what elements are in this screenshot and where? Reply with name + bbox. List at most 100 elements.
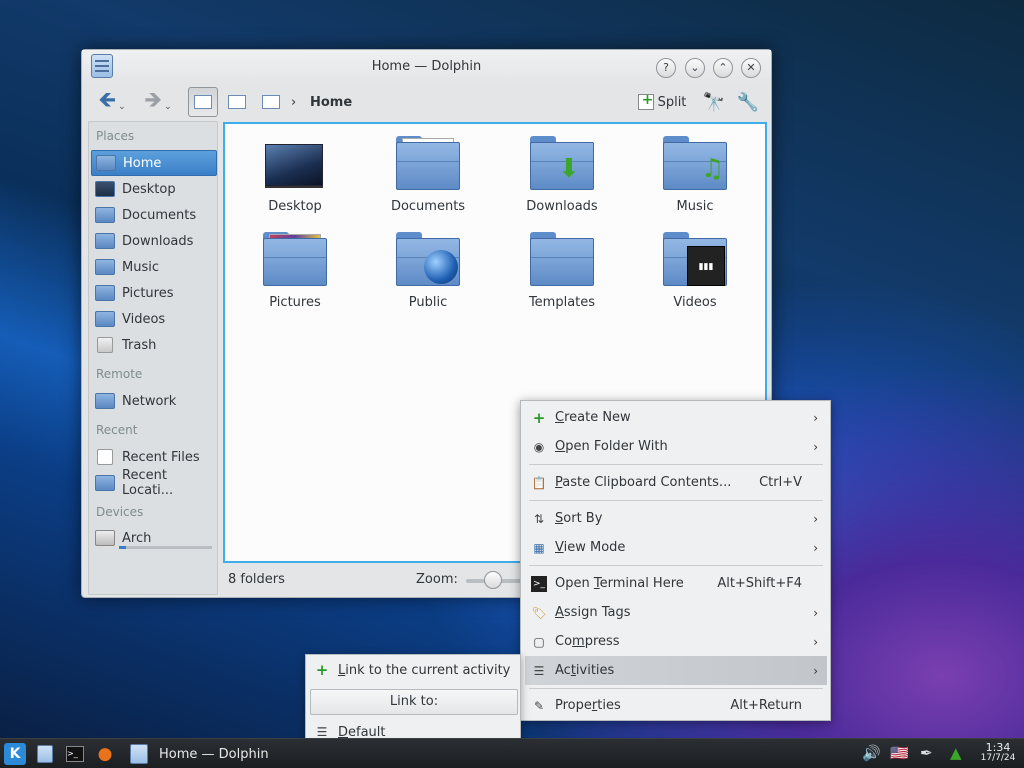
details-view-button[interactable] bbox=[256, 87, 286, 117]
sidebar-item-desktop[interactable]: Desktop bbox=[91, 176, 217, 202]
find-button[interactable]: 🔭 bbox=[700, 88, 728, 116]
trash-icon bbox=[97, 337, 113, 353]
file-item-public[interactable]: Public bbox=[368, 232, 488, 310]
file-item-videos[interactable]: ▮▮▮ Videos bbox=[635, 232, 755, 310]
menu-item-shortcut: Alt+Shift+F4 bbox=[717, 576, 802, 591]
plus-icon: + bbox=[532, 408, 546, 427]
menu-separator bbox=[529, 464, 823, 465]
menu-item-properties[interactable]: ✎ Properties Alt+Return bbox=[525, 691, 827, 720]
volume-icon[interactable]: 🔊 bbox=[862, 744, 881, 762]
file-name: Music bbox=[676, 199, 714, 214]
file-item-music[interactable]: ♫ Music bbox=[635, 136, 755, 214]
menu-item-label: Compress bbox=[555, 634, 620, 649]
tag-icon: 🏷 bbox=[531, 605, 547, 620]
sidebar-item-label: Documents bbox=[122, 207, 197, 223]
forward-button[interactable]: 🡺 ⌄ bbox=[138, 88, 178, 116]
sidebar-item-downloads[interactable]: Downloads bbox=[91, 228, 217, 254]
pictures-folder-icon bbox=[95, 285, 115, 301]
file-name: Downloads bbox=[526, 199, 598, 214]
sidebar-item-music[interactable]: Music bbox=[91, 254, 217, 280]
binoculars-icon: 🔭 bbox=[702, 91, 726, 113]
sidebar-item-label: Network bbox=[122, 393, 177, 409]
clipboard-icon: 📋 bbox=[531, 475, 547, 490]
terminal-launcher-icon[interactable]: >_ bbox=[64, 743, 86, 765]
sidebar-item-home[interactable]: Home bbox=[91, 150, 217, 176]
archive-icon: ▢ bbox=[533, 634, 545, 649]
menu-item-label: Assign Tags bbox=[555, 605, 631, 620]
chevron-right-icon: › bbox=[813, 511, 818, 526]
recent-header: Recent bbox=[96, 423, 138, 437]
menu-item-open-folder-with[interactable]: ◉ Open Folder With › bbox=[525, 432, 827, 461]
drive-icon bbox=[95, 530, 115, 546]
places-header: Places bbox=[96, 129, 135, 143]
breadcrumb-home[interactable]: Home bbox=[310, 88, 352, 116]
recent-files-icon bbox=[97, 449, 113, 465]
chevron-right-icon: › bbox=[813, 439, 818, 454]
sidebar-item-recent-locations[interactable]: Recent Locati... bbox=[91, 468, 217, 498]
desktop-icon bbox=[95, 181, 115, 197]
pen-icon[interactable]: ✒ bbox=[920, 744, 933, 762]
menu-item-assign-tags[interactable]: 🏷 Assign Tags › bbox=[525, 598, 827, 627]
firefox-launcher-icon[interactable]: ● bbox=[94, 743, 116, 765]
file-item-documents[interactable]: Documents bbox=[368, 136, 488, 214]
menu-item-paste[interactable]: 📋 Paste Clipboard Contents... Ctrl+V bbox=[525, 468, 827, 497]
back-button[interactable]: 🡸 ⌄ bbox=[92, 88, 132, 116]
templates-folder-icon bbox=[530, 232, 594, 288]
menu-item-compress[interactable]: ▢ Compress › bbox=[525, 627, 827, 656]
maximize-button[interactable]: ⌃ bbox=[713, 58, 733, 78]
file-name: Videos bbox=[673, 295, 717, 310]
sidebar-item-documents[interactable]: Documents bbox=[91, 202, 217, 228]
task-label: Home — Dolphin bbox=[159, 746, 269, 762]
title-bar[interactable]: Home — Dolphin ? ⌄ ⌃ ✕ bbox=[82, 50, 771, 84]
plus-icon: + bbox=[315, 661, 329, 679]
sidebar-item-label: Arch bbox=[122, 530, 152, 546]
menu-item-link-current-activity[interactable]: + Link to the current activity bbox=[310, 657, 518, 683]
task-dolphin[interactable]: Home — Dolphin bbox=[126, 739, 286, 768]
file-item-templates[interactable]: Templates bbox=[502, 232, 622, 310]
menu-item-shortcut: Ctrl+V bbox=[759, 475, 802, 490]
zoom-slider-handle[interactable] bbox=[484, 571, 502, 589]
menu-item-label: Sort By bbox=[555, 511, 603, 526]
icons-view-icon bbox=[194, 95, 212, 109]
clock-date: 17/7/24 bbox=[980, 753, 1016, 763]
sidebar-item-network[interactable]: Network bbox=[91, 388, 217, 414]
menu-item-create-new[interactable]: + Create New › bbox=[525, 403, 827, 432]
sidebar-item-pictures[interactable]: Pictures bbox=[91, 280, 217, 306]
forward-arrow-icon: 🡺 bbox=[144, 88, 163, 113]
status-folder-count: 8 folders bbox=[228, 572, 285, 587]
file-item-desktop[interactable]: Desktop bbox=[235, 136, 355, 214]
chevron-down-icon: ⌄ bbox=[164, 102, 172, 112]
minimize-button[interactable]: ⌄ bbox=[685, 58, 705, 78]
downloads-folder-icon: ⬇ bbox=[530, 136, 594, 192]
taskbar: K >_ ● Home — Dolphin 🔊 🇺🇸 ✒ ▲ 1:34 17/7… bbox=[0, 738, 1024, 768]
music-folder-icon bbox=[95, 259, 115, 275]
sidebar-item-label: Recent Files bbox=[122, 449, 200, 465]
keyboard-layout-flag-icon[interactable]: 🇺🇸 bbox=[890, 744, 909, 762]
dolphin-launcher-icon[interactable] bbox=[34, 743, 56, 765]
menu-item-label: Properties bbox=[555, 698, 621, 713]
file-item-pictures[interactable]: Pictures bbox=[235, 232, 355, 310]
clock[interactable]: 1:34 17/7/24 bbox=[978, 742, 1018, 764]
configure-button[interactable]: 🔧 bbox=[734, 88, 762, 116]
sidebar-item-trash[interactable]: Trash bbox=[91, 332, 217, 358]
compact-view-button[interactable] bbox=[222, 87, 252, 117]
file-name: Templates bbox=[528, 295, 596, 310]
sidebar-item-label: Pictures bbox=[122, 285, 174, 301]
menu-item-open-terminal[interactable]: >_ Open Terminal Here Alt+Shift+F4 bbox=[525, 569, 827, 598]
application-launcher-icon[interactable]: K bbox=[4, 743, 26, 765]
chevron-right-icon: › bbox=[813, 540, 818, 555]
file-item-downloads[interactable]: ⬇ Downloads bbox=[502, 136, 622, 214]
file-name: Documents bbox=[390, 199, 466, 214]
close-button[interactable]: ✕ bbox=[741, 58, 761, 78]
menu-item-sort-by[interactable]: ⇅ Sort By › bbox=[525, 504, 827, 533]
menu-item-view-mode[interactable]: ▦ View Mode › bbox=[525, 533, 827, 562]
help-button[interactable]: ? bbox=[656, 58, 676, 78]
file-name: Public bbox=[408, 295, 448, 310]
menu-item-activities[interactable]: ☰ Activities › bbox=[525, 656, 827, 685]
sidebar-item-videos[interactable]: Videos bbox=[91, 306, 217, 332]
split-button[interactable]: Split bbox=[634, 88, 690, 116]
sidebar-item-recent-files[interactable]: Recent Files bbox=[91, 444, 217, 470]
icons-view-button[interactable] bbox=[188, 87, 218, 117]
network-status-icon[interactable]: ▲ bbox=[950, 744, 962, 762]
breadcrumb-separator: › bbox=[291, 94, 297, 110]
